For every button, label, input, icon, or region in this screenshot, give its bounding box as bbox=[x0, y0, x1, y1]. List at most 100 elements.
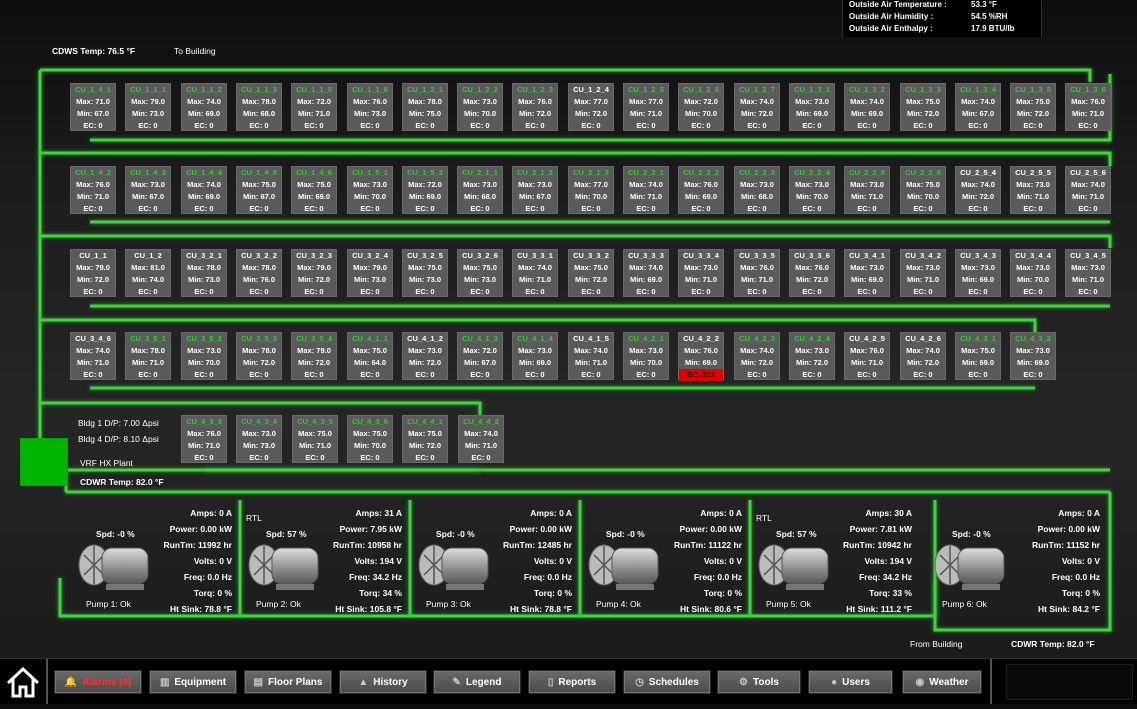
condensing-unit-tile[interactable]: CU_1_2_1 Max: 78.0 Min: 75.0 EC: 0 bbox=[402, 83, 448, 131]
condensing-unit-tile[interactable]: CU_3_5_4 Max: 79.0 Min: 72.0 EC: 0 bbox=[291, 332, 337, 380]
condensing-unit-tile[interactable]: CU_4_2_5 Max: 76.0 Min: 71.0 EC: 0 bbox=[844, 332, 890, 380]
condensing-unit-tile[interactable]: CU_1_2_5 Max: 77.0 Min: 71.0 EC: 0 bbox=[623, 83, 669, 131]
condensing-unit-tile[interactable]: CU_1_1 Max: 79.0 Min: 72.0 EC: 0 bbox=[70, 249, 116, 297]
condensing-unit-tile[interactable]: CU_1_1_6 Max: 76.0 Min: 73.0 EC: 0 bbox=[347, 83, 393, 131]
condensing-unit-tile[interactable]: CU_1_3_4 Max: 74.0 Min: 67.0 EC: 0 bbox=[955, 83, 1001, 131]
condensing-unit-tile[interactable]: CU_4_4_1 Max: 75.0 Min: 72.0 EC: 0 bbox=[402, 415, 448, 463]
condensing-unit-tile[interactable]: CU_1_1_1 Max: 79.0 Min: 73.0 EC: 0 bbox=[125, 83, 171, 131]
condensing-unit-tile[interactable]: CU_3_4_6 Max: 74.0 Min: 71.0 EC: 0 bbox=[70, 332, 116, 380]
condensing-unit-tile[interactable]: CU_4_2_1 Max: 73.0 Min: 70.0 EC: 0 bbox=[623, 332, 669, 380]
condensing-unit-tile[interactable]: CU_3_3_2 Max: 75.0 Min: 72.0 EC: 0 bbox=[568, 249, 614, 297]
condensing-unit-tile[interactable]: CU_3_3_4 Max: 73.0 Min: 71.0 EC: 0 bbox=[678, 249, 724, 297]
condensing-unit-tile[interactable]: CU_2_5_4 Max: 74.0 Min: 72.0 EC: 0 bbox=[955, 166, 1001, 214]
condensing-unit-tile[interactable]: CU_4_3_3 Max: 76.0 Min: 71.0 EC: 0 bbox=[181, 415, 227, 463]
nav-alarms-button[interactable]: 🔔 Alarms (8) bbox=[54, 670, 142, 694]
condensing-unit-tile[interactable]: CU_4_3_1 Max: 75.0 Min: 69.0 EC: 0 bbox=[955, 332, 1001, 380]
pump-panel[interactable]: Spd: -0 % Amps: 0 A Power: 0.00 kW RunTm… bbox=[66, 505, 234, 615]
condensing-unit-tile[interactable]: CU_1_2_6 Max: 72.0 Min: 70.0 EC: 0 bbox=[678, 83, 724, 131]
condensing-unit-tile[interactable]: CU_1_3_3 Max: 75.0 Min: 72.0 EC: 0 bbox=[900, 83, 946, 131]
condensing-unit-tile[interactable]: CU_3_5_3 Max: 78.0 Min: 72.0 EC: 0 bbox=[236, 332, 282, 380]
condensing-unit-tile[interactable]: CU_2_1_1 Max: 73.0 Min: 68.0 EC: 0 bbox=[457, 166, 503, 214]
condensing-unit-tile[interactable]: CU_3_4_3 Max: 73.0 Min: 69.0 EC: 0 bbox=[955, 249, 1001, 297]
condensing-unit-tile[interactable]: CU_2_2_4 Max: 73.0 Min: 70.0 EC: 0 bbox=[789, 166, 835, 214]
condensing-unit-tile[interactable]: CU_1_4_6 Max: 75.0 Min: 69.0 EC: 0 bbox=[291, 166, 337, 214]
condensing-unit-tile[interactable]: CU_3_5_2 Max: 73.0 Min: 70.0 EC: 0 bbox=[181, 332, 227, 380]
condensing-unit-tile[interactable]: CU_1_4_2 Max: 76.0 Min: 71.0 EC: 0 bbox=[70, 166, 116, 214]
nav-legend-button[interactable]: ✎ Legend bbox=[433, 670, 521, 694]
condensing-unit-tile[interactable]: CU_4_2_4 Max: 73.0 Min: 72.0 EC: 0 bbox=[789, 332, 835, 380]
nav-floor-button[interactable]: ▤ Floor Plans bbox=[244, 670, 332, 694]
hx-status-indicator[interactable] bbox=[20, 438, 68, 486]
nav-reports-button[interactable]: ▯ Reports bbox=[528, 670, 616, 694]
nav-schedules-button[interactable]: ◷ Schedules bbox=[623, 670, 711, 694]
nav-users-button[interactable]: ● Users bbox=[808, 670, 893, 694]
condensing-unit-tile[interactable]: CU_3_2_5 Max: 75.0 Min: 73.0 EC: 0 bbox=[402, 249, 448, 297]
condensing-unit-tile[interactable]: CU_3_2_2 Max: 78.0 Min: 76.0 EC: 0 bbox=[236, 249, 282, 297]
pump-panel[interactable]: RTL Spd: 57 % Amps: 30 A Power: 7.81 kW … bbox=[746, 505, 914, 615]
nav-history-button[interactable]: ▲ History bbox=[339, 670, 427, 694]
condensing-unit-tile[interactable]: CU_1_1_5 Max: 72.0 Min: 71.0 EC: 0 bbox=[291, 83, 337, 131]
condensing-unit-tile[interactable]: CU_2_2_5 Max: 73.0 Min: 71.0 EC: 0 bbox=[844, 166, 890, 214]
condensing-unit-tile[interactable]: CU_1_3_5 Max: 75.0 Min: 72.0 EC: 0 bbox=[1010, 83, 1056, 131]
condensing-unit-tile[interactable]: CU_1_4_3 Max: 73.0 Min: 67.0 EC: 0 bbox=[125, 166, 171, 214]
condensing-unit-tile[interactable]: CU_3_4_4 Max: 73.0 Min: 70.0 EC: 0 bbox=[1010, 249, 1056, 297]
nav-tools-button[interactable]: ⚙ Tools bbox=[717, 670, 801, 694]
nav-equipment-button[interactable]: ▥ Equipment bbox=[149, 670, 237, 694]
condensing-unit-tile[interactable]: CU_1_2 Max: 81.0 Min: 74.0 EC: 0 bbox=[125, 249, 171, 297]
condensing-unit-tile[interactable]: CU_4_3_4 Max: 73.0 Min: 73.0 EC: 0 bbox=[236, 415, 282, 463]
condensing-unit-tile[interactable]: CU_2_2_3 Max: 73.0 Min: 68.0 EC: 0 bbox=[734, 166, 780, 214]
condensing-unit-tile[interactable]: CU_3_3_3 Max: 74.0 Min: 69.0 EC: 0 bbox=[623, 249, 669, 297]
condensing-unit-tile[interactable]: CU_3_4_5 Max: 73.0 Min: 71.0 EC: 0 bbox=[1065, 249, 1111, 297]
condensing-unit-tile[interactable]: CU_2_5_5 Max: 73.0 Min: 71.0 EC: 0 bbox=[1010, 166, 1056, 214]
condensing-unit-tile[interactable]: CU_1_1_2 Max: 74.0 Min: 69.0 EC: 0 bbox=[181, 83, 227, 131]
condensing-unit-tile[interactable]: CU_3_5_1 Max: 78.0 Min: 71.0 EC: 0 bbox=[125, 332, 171, 380]
condensing-unit-tile[interactable]: CU_3_2_6 Max: 75.0 Min: 73.0 EC: 0 bbox=[457, 249, 503, 297]
condensing-unit-tile[interactable]: CU_3_4_1 Max: 73.0 Min: 69.0 EC: 0 bbox=[844, 249, 890, 297]
condensing-unit-tile[interactable]: CU_3_3_5 Max: 76.0 Min: 71.0 EC: 0 bbox=[734, 249, 780, 297]
pump-panel[interactable]: Spd: -0 % Amps: 0 A Power: 0.00 kW RunTm… bbox=[576, 505, 744, 615]
pump-panel[interactable]: Spd: -0 % Amps: 0 A Power: 0.00 kW RunTm… bbox=[922, 505, 1102, 615]
condensing-unit-tile[interactable]: CU_1_2_4 Max: 77.0 Min: 72.0 EC: 0 bbox=[568, 83, 614, 131]
nav-weather-button[interactable]: ◉ Weather bbox=[902, 670, 982, 694]
condensing-unit-tile[interactable]: CU_4_2_6 Max: 74.0 Min: 72.0 EC: 0 bbox=[900, 332, 946, 380]
condensing-unit-tile[interactable]: CU_3_2_1 Max: 78.0 Min: 73.0 EC: 0 bbox=[181, 249, 227, 297]
condensing-unit-tile[interactable]: CU_1_4_4 Max: 74.0 Min: 69.0 EC: 0 bbox=[181, 166, 227, 214]
condensing-unit-tile[interactable]: CU_4_4_2 Max: 74.0 Min: 71.0 EC: 0 bbox=[458, 415, 504, 463]
condensing-unit-tile[interactable]: CU_1_3_2 Max: 74.0 Min: 69.0 EC: 0 bbox=[844, 83, 890, 131]
condensing-unit-tile[interactable]: CU_1_5_2 Max: 72.0 Min: 69.0 EC: 0 bbox=[402, 166, 448, 214]
condensing-unit-tile[interactable]: CU_1_2_7 Max: 74.0 Min: 72.0 EC: 0 bbox=[734, 83, 780, 131]
condensing-unit-tile[interactable]: CU_1_3_6 Max: 76.0 Min: 71.0 EC: 0 bbox=[1065, 83, 1111, 131]
unit-ec: EC: 0 bbox=[415, 204, 435, 213]
condensing-unit-tile[interactable]: CU_2_1_3 Max: 77.0 Min: 70.0 EC: 0 bbox=[568, 166, 614, 214]
condensing-unit-tile[interactable]: CU_1_2_3 Max: 76.0 Min: 72.0 EC: 0 bbox=[512, 83, 558, 131]
condensing-unit-tile[interactable]: CU_3_4_2 Max: 73.0 Min: 71.0 EC: 0 bbox=[900, 249, 946, 297]
condensing-unit-tile[interactable]: CU_2_5_6 Max: 74.0 Min: 71.0 EC: 0 bbox=[1065, 166, 1111, 214]
home-button[interactable] bbox=[0, 659, 48, 704]
condensing-unit-tile[interactable]: CU_1_2_2 Max: 73.0 Min: 70.0 EC: 0 bbox=[457, 83, 503, 131]
condensing-unit-tile[interactable]: CU_1_4_1 Max: 71.0 Min: 67.0 EC: 0 bbox=[70, 83, 116, 131]
condensing-unit-tile[interactable]: CU_4_1_4 Max: 73.0 Min: 69.0 EC: 0 bbox=[512, 332, 558, 380]
condensing-unit-tile[interactable]: CU_1_5_1 Max: 73.0 Min: 70.0 EC: 0 bbox=[347, 166, 393, 214]
condensing-unit-tile[interactable]: CU_4_2_2 Max: 76.0 Min: 69.0 EC: 201 bbox=[678, 332, 724, 381]
condensing-unit-tile[interactable]: CU_3_3_6 Max: 76.0 Min: 72.0 EC: 0 bbox=[789, 249, 835, 297]
condensing-unit-tile[interactable]: CU_4_3_5 Max: 75.0 Min: 71.0 EC: 0 bbox=[292, 415, 338, 463]
condensing-unit-tile[interactable]: CU_3_2_3 Max: 79.0 Min: 72.0 EC: 0 bbox=[291, 249, 337, 297]
condensing-unit-tile[interactable]: CU_3_3_1 Max: 74.0 Min: 71.0 EC: 0 bbox=[512, 249, 558, 297]
pump-panel[interactable]: Spd: -0 % Amps: 0 A Power: 0.00 kW RunTm… bbox=[406, 505, 574, 615]
condensing-unit-tile[interactable]: CU_4_3_2 Max: 73.0 Min: 69.0 EC: 0 bbox=[1010, 332, 1056, 380]
condensing-unit-tile[interactable]: CU_1_3_1 Max: 73.0 Min: 69.0 EC: 0 bbox=[789, 83, 835, 131]
condensing-unit-tile[interactable]: CU_2_2_1 Max: 74.0 Min: 71.0 EC: 0 bbox=[623, 166, 669, 214]
condensing-unit-tile[interactable]: CU_4_1_1 Max: 75.0 Min: 64.0 EC: 0 bbox=[347, 332, 393, 380]
condensing-unit-tile[interactable]: CU_2_2_6 Max: 75.0 Min: 70.0 EC: 0 bbox=[900, 166, 946, 214]
condensing-unit-tile[interactable]: CU_3_2_4 Max: 79.0 Min: 73.0 EC: 0 bbox=[347, 249, 393, 297]
condensing-unit-tile[interactable]: CU_4_1_3 Max: 72.0 Min: 67.0 EC: 0 bbox=[457, 332, 503, 380]
condensing-unit-tile[interactable]: CU_1_4_5 Max: 75.0 Min: 67.0 EC: 0 bbox=[236, 166, 282, 214]
condensing-unit-tile[interactable]: CU_4_1_2 Max: 73.0 Min: 72.0 EC: 0 bbox=[402, 332, 448, 380]
pump-panel[interactable]: RTL Spd: 57 % Amps: 31 A Power: 7.95 kW … bbox=[236, 505, 404, 615]
condensing-unit-tile[interactable]: CU_1_1_3 Max: 78.0 Min: 68.0 EC: 0 bbox=[236, 83, 282, 131]
condensing-unit-tile[interactable]: CU_2_2_2 Max: 76.0 Min: 69.0 EC: 0 bbox=[678, 166, 724, 214]
condensing-unit-tile[interactable]: CU_2_1_2 Max: 73.0 Min: 67.0 EC: 0 bbox=[512, 166, 558, 214]
condensing-unit-tile[interactable]: CU_4_1_5 Max: 74.0 Min: 71.0 EC: 0 bbox=[568, 332, 614, 380]
condensing-unit-tile[interactable]: CU_4_2_3 Max: 74.0 Min: 72.0 EC: 0 bbox=[734, 332, 780, 380]
condensing-unit-tile[interactable]: CU_4_3_6 Max: 75.0 Min: 70.0 EC: 0 bbox=[347, 415, 393, 463]
